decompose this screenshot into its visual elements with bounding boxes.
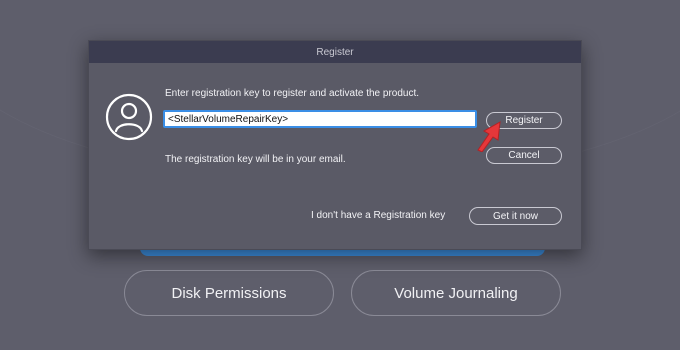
user-avatar-icon <box>105 93 153 141</box>
disk-permissions-label: Disk Permissions <box>171 284 287 302</box>
no-key-text: I don't have a Registration key <box>311 210 446 221</box>
get-it-now-label: Get it now <box>492 210 539 222</box>
email-note-text: The registration key will be in your ema… <box>165 154 346 165</box>
instruction-text: Enter registration key to register and a… <box>165 88 420 99</box>
get-it-now-button[interactable]: Get it now <box>469 207 562 225</box>
volume-journaling-label: Volume Journaling <box>394 284 518 302</box>
registration-key-input[interactable] <box>163 110 477 128</box>
red-pointer-arrow-icon <box>477 121 501 152</box>
dialog-title: Register <box>316 46 354 58</box>
cancel-button-label: Cancel <box>508 150 540 161</box>
volume-journaling-button[interactable]: Volume Journaling <box>351 270 561 316</box>
register-button-label: Register <box>505 115 543 126</box>
dialog-titlebar: Register <box>89 41 581 63</box>
disk-permissions-button[interactable]: Disk Permissions <box>124 270 334 316</box>
